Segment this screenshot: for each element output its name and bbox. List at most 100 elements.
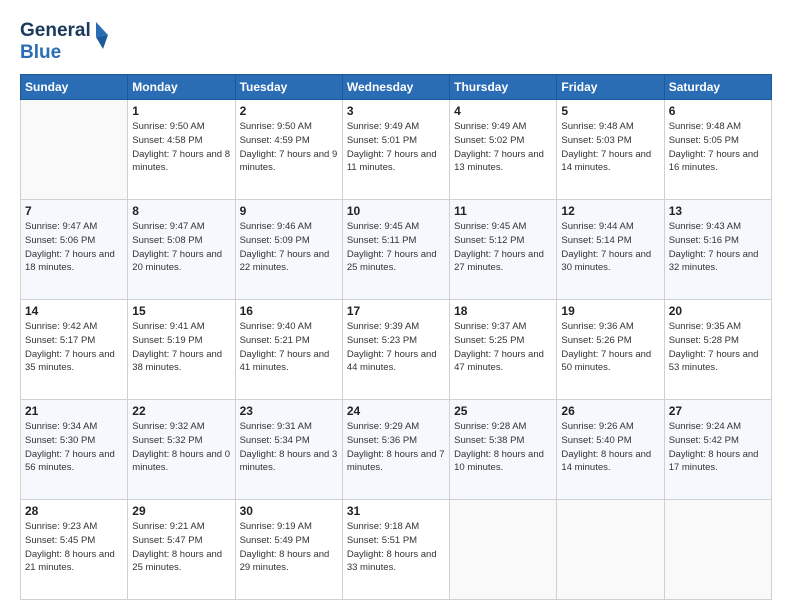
- calendar-cell: 24 Sunrise: 9:29 AMSunset: 5:36 PMDayligh…: [342, 400, 449, 500]
- day-number: 14: [25, 304, 123, 318]
- day-number: 10: [347, 204, 445, 218]
- cell-info: Sunrise: 9:37 AMSunset: 5:25 PMDaylight:…: [454, 321, 544, 373]
- cell-info: Sunrise: 9:28 AMSunset: 5:38 PMDaylight:…: [454, 421, 544, 473]
- cell-info: Sunrise: 9:48 AMSunset: 5:05 PMDaylight:…: [669, 121, 759, 173]
- calendar-cell: 31 Sunrise: 9:18 AMSunset: 5:51 PMDayligh…: [342, 500, 449, 600]
- calendar-cell: 27 Sunrise: 9:24 AMSunset: 5:42 PMDayligh…: [664, 400, 771, 500]
- calendar-cell: 18 Sunrise: 9:37 AMSunset: 5:25 PMDayligh…: [450, 300, 557, 400]
- day-number: 12: [561, 204, 659, 218]
- calendar-week-1: 1Sunrise: 9:50 AMSunset: 4:58 PMDaylight…: [21, 100, 772, 200]
- day-number: 21: [25, 404, 123, 418]
- cell-info: Sunrise: 9:50 AMSunset: 4:59 PMDaylight:…: [240, 121, 338, 173]
- day-number: 25: [454, 404, 552, 418]
- cell-info: Sunrise: 9:47 AMSunset: 5:06 PMDaylight:…: [25, 221, 115, 273]
- day-number: 11: [454, 204, 552, 218]
- day-header-friday: Friday: [557, 75, 664, 100]
- day-header-monday: Monday: [128, 75, 235, 100]
- day-number: 17: [347, 304, 445, 318]
- cell-info: Sunrise: 9:45 AMSunset: 5:11 PMDaylight:…: [347, 221, 437, 273]
- logo-graphic: General Blue: [20, 16, 110, 64]
- day-number: 31: [347, 504, 445, 518]
- calendar-cell: 17Sunrise: 9:39 AMSunset: 5:23 PMDayligh…: [342, 300, 449, 400]
- calendar-cell: 22 Sunrise: 9:32 AMSunset: 5:32 PMDayligh…: [128, 400, 235, 500]
- day-number: 28: [25, 504, 123, 518]
- calendar-cell: [450, 500, 557, 600]
- day-number: 30: [240, 504, 338, 518]
- calendar-cell: 26Sunrise: 9:26 AMSunset: 5:40 PMDayligh…: [557, 400, 664, 500]
- calendar-cell: 19 Sunrise: 9:36 AMSunset: 5:26 PMDayligh…: [557, 300, 664, 400]
- page: General Blue SundayMondayTuesdayWednesda…: [0, 0, 792, 612]
- cell-info: Sunrise: 9:19 AMSunset: 5:49 PMDaylight:…: [240, 521, 330, 573]
- calendar-cell: 14Sunrise: 9:42 AMSunset: 5:17 PMDayligh…: [21, 300, 128, 400]
- calendar-week-4: 21 Sunrise: 9:34 AMSunset: 5:30 PMDayligh…: [21, 400, 772, 500]
- calendar-table: SundayMondayTuesdayWednesdayThursdayFrid…: [20, 74, 772, 600]
- cell-info: Sunrise: 9:49 AMSunset: 5:02 PMDaylight:…: [454, 121, 544, 173]
- cell-info: Sunrise: 9:49 AMSunset: 5:01 PMDaylight:…: [347, 121, 437, 173]
- day-number: 27: [669, 404, 767, 418]
- svg-text:General: General: [20, 20, 91, 41]
- svg-text:Blue: Blue: [20, 42, 61, 63]
- cell-info: Sunrise: 9:24 AMSunset: 5:42 PMDaylight:…: [669, 421, 759, 473]
- cell-info: Sunrise: 9:31 AMSunset: 5:34 PMDaylight:…: [240, 421, 338, 473]
- day-number: 5: [561, 104, 659, 118]
- day-number: 3: [347, 104, 445, 118]
- calendar-week-2: 7 Sunrise: 9:47 AMSunset: 5:06 PMDaylight…: [21, 200, 772, 300]
- day-number: 22: [132, 404, 230, 418]
- calendar-cell: 21 Sunrise: 9:34 AMSunset: 5:30 PMDayligh…: [21, 400, 128, 500]
- day-header-thursday: Thursday: [450, 75, 557, 100]
- day-number: 23: [240, 404, 338, 418]
- calendar-cell: 29 Sunrise: 9:21 AMSunset: 5:47 PMDayligh…: [128, 500, 235, 600]
- cell-info: Sunrise: 9:32 AMSunset: 5:32 PMDaylight:…: [132, 421, 230, 473]
- calendar-cell: 5 Sunrise: 9:48 AMSunset: 5:03 PMDaylight…: [557, 100, 664, 200]
- calendar-cell: 13Sunrise: 9:43 AMSunset: 5:16 PMDayligh…: [664, 200, 771, 300]
- day-number: 18: [454, 304, 552, 318]
- day-number: 6: [669, 104, 767, 118]
- cell-info: Sunrise: 9:45 AMSunset: 5:12 PMDaylight:…: [454, 221, 544, 273]
- day-header-tuesday: Tuesday: [235, 75, 342, 100]
- cell-info: Sunrise: 9:34 AMSunset: 5:30 PMDaylight:…: [25, 421, 115, 473]
- calendar-cell: 6 Sunrise: 9:48 AMSunset: 5:05 PMDaylight…: [664, 100, 771, 200]
- calendar-cell: [664, 500, 771, 600]
- cell-info: Sunrise: 9:36 AMSunset: 5:26 PMDaylight:…: [561, 321, 651, 373]
- day-number: 9: [240, 204, 338, 218]
- calendar-cell: 12Sunrise: 9:44 AMSunset: 5:14 PMDayligh…: [557, 200, 664, 300]
- calendar-cell: 28Sunrise: 9:23 AMSunset: 5:45 PMDayligh…: [21, 500, 128, 600]
- day-number: 26: [561, 404, 659, 418]
- day-header-wednesday: Wednesday: [342, 75, 449, 100]
- calendar-cell: 20Sunrise: 9:35 AMSunset: 5:28 PMDayligh…: [664, 300, 771, 400]
- calendar-cell: 3 Sunrise: 9:49 AMSunset: 5:01 PMDaylight…: [342, 100, 449, 200]
- calendar-cell: 16 Sunrise: 9:40 AMSunset: 5:21 PMDayligh…: [235, 300, 342, 400]
- calendar-cell: 25 Sunrise: 9:28 AMSunset: 5:38 PMDayligh…: [450, 400, 557, 500]
- day-number: 29: [132, 504, 230, 518]
- day-number: 7: [25, 204, 123, 218]
- calendar-header-row: SundayMondayTuesdayWednesdayThursdayFrid…: [21, 75, 772, 100]
- cell-info: Sunrise: 9:41 AMSunset: 5:19 PMDaylight:…: [132, 321, 222, 373]
- calendar-cell: 7 Sunrise: 9:47 AMSunset: 5:06 PMDaylight…: [21, 200, 128, 300]
- day-number: 24: [347, 404, 445, 418]
- day-number: 8: [132, 204, 230, 218]
- header: General Blue: [20, 16, 772, 64]
- day-number: 15: [132, 304, 230, 318]
- calendar-cell: 30 Sunrise: 9:19 AMSunset: 5:49 PMDayligh…: [235, 500, 342, 600]
- cell-info: Sunrise: 9:47 AMSunset: 5:08 PMDaylight:…: [132, 221, 222, 273]
- calendar-cell: 2 Sunrise: 9:50 AMSunset: 4:59 PMDaylight…: [235, 100, 342, 200]
- day-number: 19: [561, 304, 659, 318]
- calendar-cell: 8 Sunrise: 9:47 AMSunset: 5:08 PMDaylight…: [128, 200, 235, 300]
- day-number: 2: [240, 104, 338, 118]
- day-header-saturday: Saturday: [664, 75, 771, 100]
- calendar-cell: 9Sunrise: 9:46 AMSunset: 5:09 PMDaylight…: [235, 200, 342, 300]
- cell-info: Sunrise: 9:18 AMSunset: 5:51 PMDaylight:…: [347, 521, 437, 573]
- cell-info: Sunrise: 9:40 AMSunset: 5:21 PMDaylight:…: [240, 321, 330, 373]
- logo: General Blue: [20, 16, 110, 64]
- calendar-cell: 4 Sunrise: 9:49 AMSunset: 5:02 PMDaylight…: [450, 100, 557, 200]
- cell-info: Sunrise: 9:50 AMSunset: 4:58 PMDaylight:…: [132, 121, 230, 173]
- calendar-week-3: 14Sunrise: 9:42 AMSunset: 5:17 PMDayligh…: [21, 300, 772, 400]
- calendar-cell: 10 Sunrise: 9:45 AMSunset: 5:11 PMDayligh…: [342, 200, 449, 300]
- cell-info: Sunrise: 9:21 AMSunset: 5:47 PMDaylight:…: [132, 521, 222, 573]
- cell-info: Sunrise: 9:43 AMSunset: 5:16 PMDaylight:…: [669, 221, 759, 273]
- day-number: 4: [454, 104, 552, 118]
- day-number: 20: [669, 304, 767, 318]
- cell-info: Sunrise: 9:48 AMSunset: 5:03 PMDaylight:…: [561, 121, 651, 173]
- day-number: 16: [240, 304, 338, 318]
- cell-info: Sunrise: 9:29 AMSunset: 5:36 PMDaylight:…: [347, 421, 445, 473]
